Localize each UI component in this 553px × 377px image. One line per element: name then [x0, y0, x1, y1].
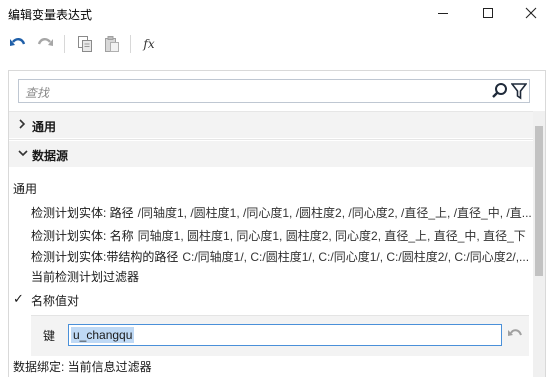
paste-icon [105, 36, 119, 52]
search-input[interactable]: 查找 [25, 84, 49, 101]
undo-button[interactable] [7, 33, 29, 55]
vertical-scrollbar[interactable] [533, 111, 545, 377]
list-item[interactable]: 检测计划实体:带结构的路径 C:/同轴度1/, C:/圆柱度1/, C:/同心度1… [31, 248, 531, 265]
toolbar-divider [130, 35, 131, 53]
item-value: C:/同轴度1/, C:/圆柱度1/, C:/同心度1/, C:/圆柱度2/, … [182, 250, 530, 264]
filter-icon[interactable] [511, 82, 527, 100]
checkmark-icon: ✓ [13, 291, 24, 306]
chevron-down-icon [18, 150, 28, 157]
minimize-icon [438, 13, 448, 14]
name-value-pair-panel: ✓ 名称值对 键 u_changqu [9, 287, 529, 356]
section-datasource-header[interactable]: 数据源 [9, 141, 533, 167]
title-bar: 编辑变量表达式 [0, 0, 553, 26]
binding-label: 数据绑定: 当前信息过滤器 [13, 360, 152, 374]
copy-icon [78, 36, 92, 52]
undo-icon [10, 38, 26, 46]
function-button[interactable]: fx [138, 33, 160, 55]
filter-label[interactable]: 当前检测计划过滤器 [31, 268, 139, 285]
section-label: 通用 [32, 120, 57, 134]
key-input[interactable]: u_changqu [68, 324, 502, 346]
key-label: 键 [43, 329, 56, 343]
redo-button[interactable] [34, 33, 56, 55]
variable-panel: 查找 通用 数据源 通用 检测计划实体: 路径/同轴度1, /圆柱度1, /同心… [8, 70, 546, 377]
minimize-button[interactable] [421, 0, 465, 26]
toolbar: fx [0, 28, 553, 58]
group-label: 通用 [13, 182, 38, 196]
search-icon[interactable] [491, 82, 509, 100]
key-input-value: u_changqu [71, 327, 135, 343]
window-title: 编辑变量表达式 [8, 8, 93, 22]
maximize-icon [483, 8, 493, 18]
list-item[interactable]: 检测计划实体: 路径/同轴度1, /圆柱度1, /同心度1, /圆柱度2, /同… [31, 204, 531, 221]
chevron-right-icon [19, 119, 26, 129]
copy-button[interactable] [74, 33, 96, 55]
search-box[interactable]: 查找 [18, 79, 530, 103]
divider [9, 139, 545, 140]
item-key: 检测计划实体: 名称 [31, 229, 134, 243]
section-general-header[interactable]: 通用 [9, 112, 533, 138]
redo-icon [37, 38, 53, 46]
toolbar-divider [64, 35, 65, 53]
item-key: 检测计划实体:带结构的路径 [31, 250, 179, 264]
item-key: 检测计划实体: 路径 [31, 206, 134, 220]
name-value-pair-row[interactable]: ✓ 名称值对 [9, 287, 529, 311]
section-label: 数据源 [32, 149, 69, 163]
item-value: 同轴度1, 圆柱度1, 同心度1, 圆柱度2, 同心度2, 直径_上, 直径_中… [137, 229, 526, 243]
reset-icon[interactable] [507, 327, 523, 341]
name-value-pair-label: 名称值对 [31, 294, 80, 308]
item-value: /同轴度1, /圆柱度1, /同心度1, /圆柱度2, /同心度2, /直径_上… [137, 206, 531, 220]
fx-icon: fx [143, 37, 155, 51]
maximize-button[interactable] [466, 0, 510, 26]
list-item[interactable]: 检测计划实体: 名称 同轴度1, 圆柱度1, 同心度1, 圆柱度2, 同心度2, … [31, 227, 531, 244]
close-icon [525, 7, 537, 19]
key-row: 键 u_changqu [31, 315, 529, 356]
paste-button[interactable] [101, 33, 123, 55]
close-button[interactable] [509, 0, 553, 26]
scrollbar-thumb[interactable] [535, 126, 543, 276]
